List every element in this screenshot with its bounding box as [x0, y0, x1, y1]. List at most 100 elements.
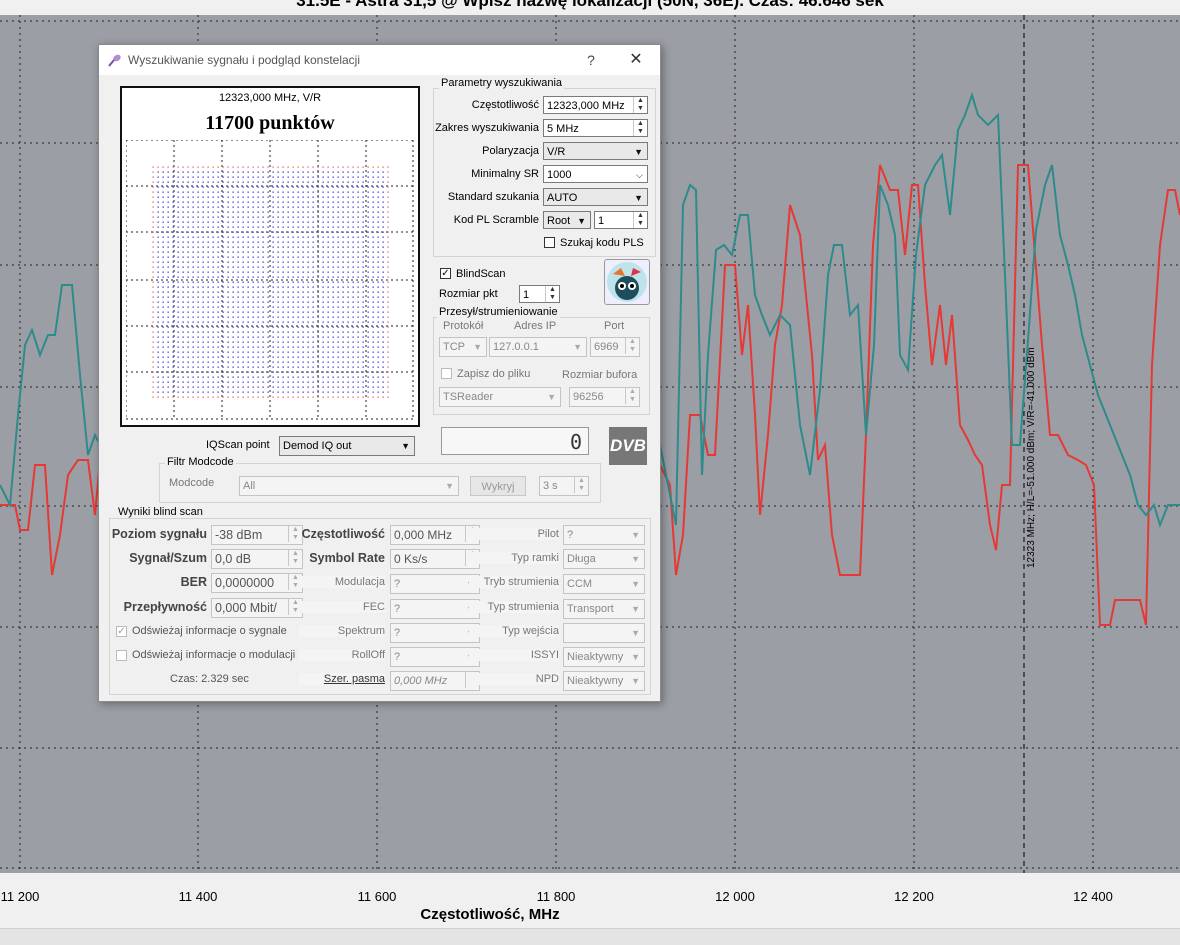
detect-time-input[interactable]: 3 s ▲ ▼: [539, 476, 589, 496]
standard-label: Standard szukania: [447, 191, 539, 203]
x-tick: 11 400: [178, 889, 218, 904]
packet-size-label: Rozmiar pkt: [439, 288, 498, 300]
constellation-plot: [126, 140, 414, 420]
x-tick: 11 600: [357, 889, 397, 904]
frame-type-value: Długa: [567, 553, 596, 565]
close-button[interactable]: ✕: [623, 49, 649, 71]
chevron-down-icon: ▼: [473, 342, 482, 352]
spin-arrows-icon[interactable]: ▲ ▼: [633, 97, 647, 113]
chevron-down-icon: ⌵: [636, 170, 643, 180]
detect-time-value: 3 s: [543, 480, 558, 492]
spin-arrows-icon[interactable]: ▲ ▼: [633, 120, 647, 136]
rolloff-label: RollOff: [299, 649, 385, 661]
throughput-field: 0,000 Mbit/ ▲ ▼: [211, 598, 303, 618]
modcode-select[interactable]: All ▼: [239, 476, 459, 496]
save-file-label: Zapisz do pliku: [457, 368, 531, 380]
stream-mode-select: CCM ▼: [563, 574, 645, 594]
fec-value: ?: [394, 603, 401, 615]
rolloff-value: ?: [394, 651, 401, 663]
bandwidth-value: 0,000 MHz: [394, 675, 448, 687]
spin-arrows-icon[interactable]: ▲ ▼: [633, 212, 647, 228]
chevron-down-icon: ▼: [547, 392, 556, 402]
save-file-checkbox[interactable]: [441, 368, 452, 379]
port-value: 6969: [594, 341, 619, 353]
ber-field: 0,0000000 ▲ ▼: [211, 573, 303, 593]
port-label: Port: [604, 320, 625, 332]
throughput-value: 0,000 Mbit/: [215, 601, 277, 615]
range-value: 5 MHz: [547, 123, 579, 135]
min-sr-value: 1000: [547, 169, 572, 181]
fec-label: FEC: [299, 601, 385, 613]
spin-arrows-icon[interactable]: ▲ ▼: [574, 477, 588, 493]
dvb-logo: DVB: [609, 427, 647, 465]
pls-checkbox[interactable]: [544, 237, 555, 248]
marker-readout: 12323 MHz; H/L=-51.000 dBm; V/R=-41.000 …: [1026, 347, 1037, 568]
modcode-title: Filtr Modcode: [165, 456, 236, 468]
x-tick: 11 200: [0, 889, 40, 904]
packet-size-input[interactable]: 1 ▲ ▼: [519, 285, 560, 303]
refresh-mod-label: Odświeżaj informacje o modulacji: [132, 649, 296, 661]
chevron-down-icon: ▼: [631, 628, 640, 638]
ber-value: 0,0000000: [215, 576, 275, 590]
spectrum-label: Spektrum: [299, 625, 385, 637]
spin-arrows-icon[interactable]: ▲ ▼: [545, 286, 559, 302]
bandwidth-link[interactable]: Szer. pasma: [299, 673, 385, 685]
result-freq-field: 0,000 MHz ▲▼: [390, 525, 480, 545]
x-tick: 11 800: [536, 889, 576, 904]
pl-code-value: 1: [598, 215, 605, 227]
reader-value: TSReader: [443, 391, 494, 403]
buffer-size-value: 96256: [573, 391, 604, 403]
spin-arrows-icon[interactable]: ▲ ▼: [625, 388, 639, 404]
spin-arrows-icon[interactable]: ▲ ▼: [625, 338, 639, 354]
npd-select: Nieaktywny ▼: [563, 671, 645, 691]
pl-code-input[interactable]: 1 ▲ ▼: [594, 211, 648, 229]
dialog-titlebar[interactable]: Wyszukiwanie sygnału i podgląd konstelac…: [99, 45, 660, 75]
polarization-value: V/R: [547, 146, 566, 158]
help-button[interactable]: ?: [579, 49, 603, 71]
refresh-mod-checkbox[interactable]: [116, 650, 127, 661]
issyi-select: Nieaktywny ▼: [563, 647, 645, 667]
bandwidth-field: 0,000 MHz ▲▼: [390, 671, 480, 691]
standard-select[interactable]: AUTO ▼: [543, 188, 648, 206]
satellite-dish-icon: [108, 54, 121, 67]
pls-label: Szukaj kodu PLS: [560, 237, 644, 249]
fec-select: ? ▼: [390, 599, 480, 619]
refresh-signal-checkbox[interactable]: ✓: [116, 626, 127, 637]
iqscan-select[interactable]: Demod IQ out ▼: [279, 436, 415, 456]
buffer-size-input[interactable]: 96256 ▲ ▼: [569, 387, 640, 407]
protocol-select[interactable]: TCP ▼: [439, 337, 487, 357]
pl-scramble-select[interactable]: Root ▼: [543, 211, 591, 229]
refresh-signal-label: Odświeżaj informacje o sygnale: [132, 625, 287, 637]
polarization-select[interactable]: V/R ▼: [543, 142, 648, 160]
chevron-down-icon: ▼: [634, 147, 643, 157]
range-label: Zakres wyszukiwania: [435, 122, 539, 134]
signal-level-value: -38 dBm: [215, 528, 263, 542]
signal-level-field: -38 dBm ▲ ▼: [211, 525, 303, 545]
ip-select[interactable]: 127.0.0.1 ▼: [489, 337, 587, 357]
freq-value: 12323,000 MHz: [547, 100, 625, 112]
elapsed-time: Czas: 2.329 sec: [170, 673, 249, 685]
chevron-down-icon: ▼: [631, 604, 640, 614]
x-tick: 12 400: [1073, 889, 1113, 904]
standard-value: AUTO: [547, 192, 578, 204]
buffer-size-label: Rozmiar bufora: [562, 369, 638, 381]
min-sr-combo[interactable]: 1000 ⌵: [543, 165, 648, 183]
chevron-down-icon: ▼: [631, 530, 640, 540]
reader-select[interactable]: TSReader ▼: [439, 387, 561, 407]
iqscan-value: Demod IQ out: [283, 440, 352, 452]
detect-button[interactable]: Wykryj: [470, 476, 526, 496]
port-input[interactable]: 6969 ▲ ▼: [590, 337, 640, 357]
x-tick: 12 200: [894, 889, 934, 904]
constellation-frequency: 12323,000 MHz, V/R: [218, 92, 322, 104]
freq-input[interactable]: 12323,000 MHz ▲ ▼: [543, 96, 648, 114]
range-input[interactable]: 5 MHz ▲ ▼: [543, 119, 648, 137]
spectrum-select: ? ▼: [390, 623, 480, 643]
pl-scramble-label: Kod PL Scramble: [453, 214, 539, 226]
chevron-down-icon: ▼: [634, 193, 643, 203]
bottom-scrollbar[interactable]: [0, 928, 1180, 945]
lcd-counter: 0: [441, 427, 589, 455]
frame-type-select: Długa ▼: [563, 549, 645, 569]
ip-label: Adres IP: [514, 320, 557, 332]
blindscan-checkbox[interactable]: ✓: [440, 268, 451, 279]
chevron-down-icon: ▼: [631, 579, 640, 589]
